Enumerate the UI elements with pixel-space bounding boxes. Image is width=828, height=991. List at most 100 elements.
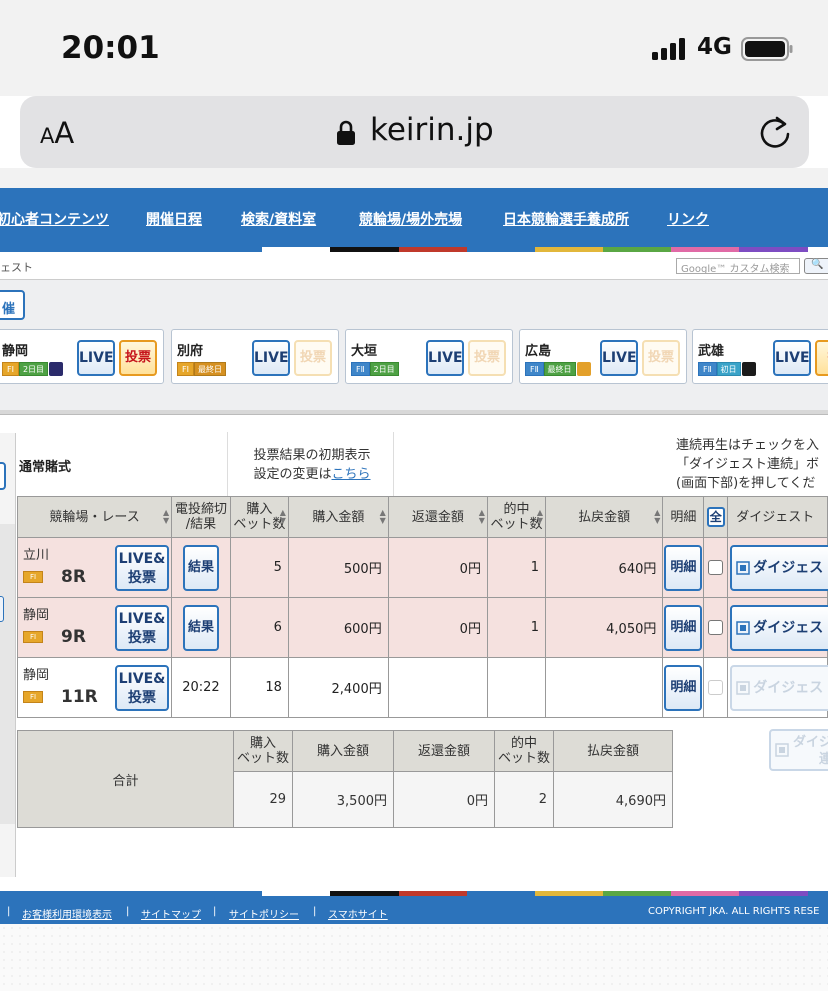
col-amount-label: 購入金額 [312,509,365,525]
reload-icon[interactable] [758,114,792,150]
night-moon-icon [49,362,64,376]
col-amount[interactable]: 購入金額 ▲ ▼ [287,496,389,538]
side-panel-shade [0,524,15,824]
film-icon [775,743,789,757]
venue-card[interactable]: 大垣 FⅡ 2日目 LIVE 投票 [345,329,513,384]
digest-button[interactable]: ダイジェス [730,665,828,711]
sort-icon[interactable]: ▲ ▼ [479,509,485,525]
live-button[interactable]: LIVE [426,340,464,376]
amount-cell: 2,400円 [287,657,389,718]
breadcrumb: ェスト [0,261,33,274]
live-vote-button[interactable]: LIVE& 投票 [115,545,169,591]
grade-badge: FⅡ [698,362,717,376]
settings-note-line2: 設定の変更はこちら [232,465,392,484]
nav-item-links[interactable]: リンク [667,209,709,229]
totals-col-bets: 購入 ベット数 [233,730,293,772]
live-vote-button[interactable]: LIVE& 投票 [115,665,169,711]
detail-button[interactable]: 明細 [664,544,703,591]
venue-panel: 催 静岡 FⅠ 2日目 LIVE 投票 別府 FⅠ 最終日 LIVE 投票 大垣 FⅡ 2日目 LIVE 投… [0,280,828,410]
settings-note-line1: 投票結果の初期表示 [253,448,371,463]
payout-cell: 640円 [544,537,664,598]
sort-icon[interactable]: ▲ ▼ [537,509,543,525]
col-refund[interactable]: 返還金額 ▲ ▼ [387,496,488,538]
totals-col-amount: 購入金額 [292,730,394,772]
url-text[interactable]: keirin.jp [370,112,494,148]
detail-button[interactable]: 明細 [664,664,703,711]
col-hits[interactable]: 的中 ベット数 ▲ ▼ [486,496,547,538]
vote-button[interactable]: 投票 [642,340,680,376]
digest-checkbox[interactable] [708,560,724,575]
stripe-segment [535,891,603,896]
vote-button[interactable]: 投票 [468,340,506,376]
vote-button[interactable]: 投 [815,340,828,376]
col-venue-race[interactable]: 競輪場・レース ▲ ▼ [16,496,173,538]
col-check-all: 全 [703,496,729,538]
venue-card[interactable]: 広島 FⅡ 最終日 LIVE 投票 [519,329,687,384]
address-bar[interactable]: AAAA keirin.jp [20,96,809,168]
sort-icon[interactable]: ▲ ▼ [280,509,286,525]
detail-button[interactable]: 明細 [664,604,703,651]
result-button[interactable]: 結果 [182,544,219,591]
venue-card[interactable]: 静岡 FⅠ 2日目 LIVE 投票 [0,329,164,384]
results-table: 競輪場・レース ▲ ▼ 電投締切/結果 購入 ベット数 ▲ ▼ 購入金額 ▲ ▼ 返還金額 ▲ ▼… [16,496,828,718]
search-input[interactable]: Google™ カスタム検索 [676,258,800,274]
race-grade-badge: FⅠ [23,691,43,703]
day-badge: 2日目 [369,362,399,376]
table-row: 静岡 FⅠ 11R LIVE& 投票 20:22 18 2,400円 明細 ダイジェス [16,657,828,718]
film-icon [736,681,750,695]
race-number: 8R [61,567,86,587]
digest-continuous-button[interactable]: ダイジ 連 [769,729,828,771]
search-icon: 🔍 [811,259,824,270]
result-button[interactable]: 結果 [182,604,219,651]
side-button[interactable] [0,462,6,490]
sort-icon[interactable]: ▲ ▼ [380,509,386,525]
check-all-button[interactable]: 全 [706,507,725,527]
footer-link-env[interactable]: お客様利用環境表示 [22,906,112,921]
vote-button[interactable]: 投票 [119,340,157,376]
live-vote-button[interactable]: LIVE& 投票 [115,605,169,651]
digest-button[interactable]: ダイジェス [730,545,828,591]
venue-badges: FⅡ 初日 [698,362,756,376]
venue-card[interactable]: 武雄 FⅡ初日 LIVE投 [692,329,828,384]
col-deadline-label: 電投締切 [174,502,227,517]
check-cell [703,537,729,598]
footer-link-smartphone[interactable]: スマホサイト [328,906,388,921]
footer-link-sitemap[interactable]: サイトマップ [141,906,201,921]
vote-button[interactable]: 投票 [294,340,332,376]
col-bets[interactable]: 購入 ベット数 ▲ ▼ [229,496,289,538]
search-button[interactable]: 🔍 [804,258,828,274]
bets-cell: 5 [229,537,289,598]
digest-button[interactable]: ダイジェス [730,605,828,651]
morning-icon [576,362,591,376]
footer-link-policy[interactable]: サイトポリシー [229,906,299,921]
film-icon [736,621,750,635]
side-link[interactable] [0,596,4,622]
nav-item-beginners[interactable]: 初心者コンテンツ [0,209,109,229]
venue-badges: FⅠ 2日目 [2,362,64,376]
sort-icon[interactable]: ▲ ▼ [654,509,660,525]
live-button[interactable]: LIVE [600,340,638,376]
live-button[interactable]: LIVE [77,340,115,376]
digest-checkbox[interactable] [708,620,724,635]
settings-link[interactable]: こちら [332,467,371,482]
venue-badges: FⅠ 最終日 [177,362,226,376]
live-button[interactable]: LIVE [252,340,290,376]
totals-col-hits: 的中 ベット数 [494,730,554,772]
text-size-button[interactable]: AAAA [40,116,74,150]
live-button[interactable]: LIVE [773,340,811,376]
venue-card[interactable]: 別府 FⅠ 最終日 LIVE 投票 [171,329,339,384]
col-payout-label: 払戻金額 [578,509,631,525]
deadline-cell: 20:22 [171,657,231,718]
nav-item-venues[interactable]: 競輪場/場外売場 [359,209,462,229]
nav-item-schedule[interactable]: 開催日程 [146,209,202,229]
digest-checkbox[interactable] [708,680,724,695]
col-payout[interactable]: 払戻金額 ▲ ▼ [544,496,664,538]
venue-name: 大垣 [351,344,378,359]
settings-note-prefix: 設定の変更は [253,467,332,482]
stripe-segment [739,891,808,896]
table-row: 立川 FⅠ 8R LIVE& 投票 結果 5 500円 0円 1 640円 明細 ダイジェス [16,537,828,598]
nav-item-search[interactable]: 検索/資料室 [241,209,316,229]
kaisai-tab[interactable]: 催 [0,290,25,320]
sort-icon[interactable]: ▲ ▼ [163,509,169,525]
nav-item-school[interactable]: 日本競輪選手養成所 [503,209,629,229]
